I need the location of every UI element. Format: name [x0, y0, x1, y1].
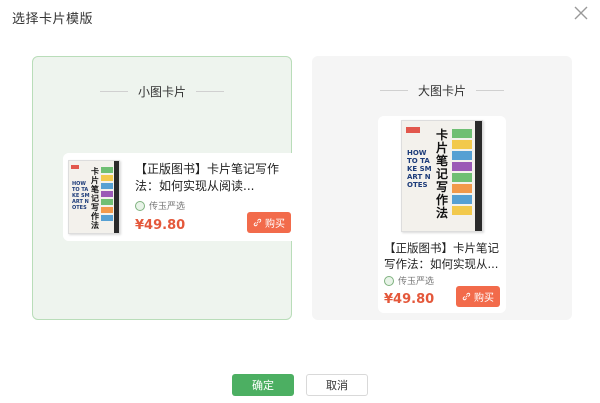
dialog-footer: 确定 取消 [0, 374, 600, 396]
book-cover-image: 卡片笔记写作法 HOW TO TAKE SMART NOTES [68, 160, 120, 234]
shop-icon [384, 275, 394, 286]
product-price: ¥49.80 [135, 218, 186, 233]
cover-chinese-title: 卡片笔记写作法 [436, 128, 449, 220]
product-title: 【正版图书】卡片笔记写作法：如何实现从... [384, 241, 499, 271]
small-card-preview: 卡片笔记写作法 HOW TO TAKE SMART NOTES 【正版图书】卡片… [63, 153, 299, 241]
buy-button[interactable]: 购买 [456, 286, 500, 307]
cover-english-title: HOW TO TAKE SMART NOTES [72, 181, 90, 211]
shop-icon [135, 200, 145, 211]
buy-label: 购买 [265, 219, 285, 230]
card-info: 【正版图书】卡片笔记写作法：如何实现从... 传玉严选 ¥49.80 购买 [378, 236, 506, 313]
link-icon [462, 292, 471, 301]
dialog-title: 选择卡片模版 [12, 12, 94, 27]
cancel-button[interactable]: 取消 [306, 374, 368, 396]
link-icon [253, 218, 262, 227]
buy-label: 购买 [474, 293, 494, 304]
divider-line [196, 91, 224, 92]
buy-button[interactable]: 购买 [247, 212, 291, 233]
book-thumbnail: 卡片笔记写作法 HOW TO TAKE SMART NOTES [63, 153, 125, 241]
confirm-button[interactable]: 确定 [232, 374, 294, 396]
shop-name: 传玉严选 [398, 277, 435, 287]
small-card-option[interactable]: 小图卡片 卡片笔记写作法 HOW TO TAKE SMART NOTES 【正版… [32, 56, 299, 320]
shop-name: 传玉严选 [149, 202, 186, 212]
close-icon[interactable] [572, 4, 590, 22]
large-card-header: 大图卡片 [312, 82, 572, 99]
shop-row: 传玉严选 [135, 199, 293, 212]
template-dialog: 选择卡片模版 小图卡片 卡片笔记写作法 HOW TO TAKE SMART NO… [0, 0, 600, 403]
small-card-label: 小图卡片 [137, 85, 186, 99]
divider-line [379, 90, 408, 91]
small-card-header: 小图卡片 [33, 83, 291, 100]
cover-chinese-title: 卡片笔记写作法 [91, 167, 99, 230]
card-info: 【正版图书】卡片笔记写作法：如何实现从阅读... 传玉严选 ¥49.80 购买 [125, 153, 299, 241]
large-card-option[interactable]: 大图卡片 卡片笔记写作法 HOW TO TAKE SMART NOTES 【正版… [312, 56, 572, 320]
product-title: 【正版图书】卡片笔记写作法：如何实现从阅读... [135, 162, 280, 193]
divider-line [476, 90, 504, 91]
book-thumbnail: 卡片笔记写作法 HOW TO TAKE SMART NOTES [378, 116, 506, 236]
divider-line [99, 91, 128, 92]
product-price: ¥49.80 [384, 292, 435, 307]
book-cover-image: 卡片笔记写作法 HOW TO TAKE SMART NOTES [401, 120, 483, 232]
large-card-label: 大图卡片 [417, 84, 466, 98]
large-card-preview: 卡片笔记写作法 HOW TO TAKE SMART NOTES 【正版图书】卡片… [378, 116, 506, 313]
cover-english-title: HOW TO TAKE SMART NOTES [407, 149, 432, 189]
